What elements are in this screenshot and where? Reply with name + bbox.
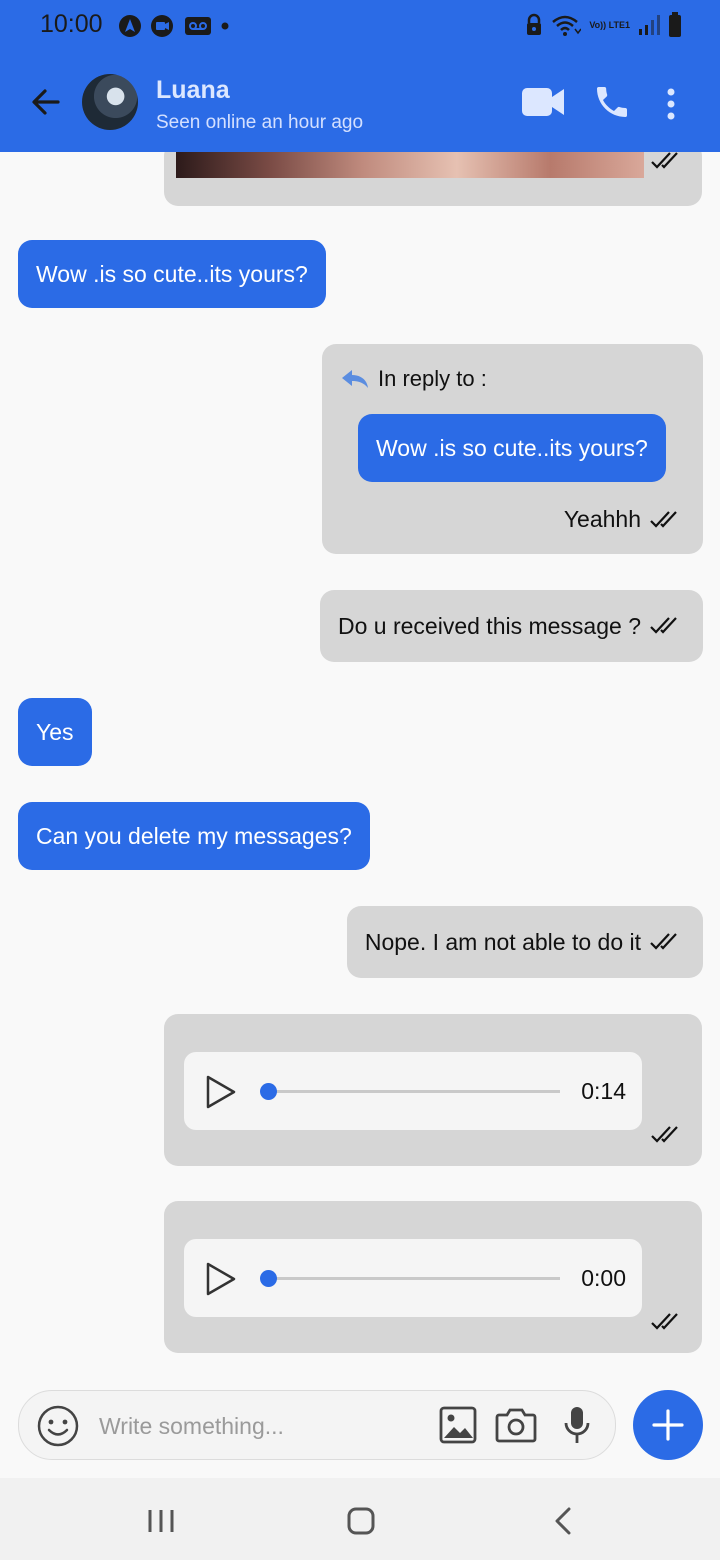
navigation-icon — [119, 15, 141, 37]
wifi-icon — [552, 15, 582, 36]
incoming-message[interactable]: Can you delete my messages? — [18, 802, 370, 870]
audio-duration: 0:00 — [581, 1265, 626, 1291]
lock-icon — [527, 13, 542, 35]
back-arrow-icon[interactable] — [28, 84, 64, 120]
audio-progress-track[interactable] — [276, 1277, 560, 1280]
video-call-icon[interactable] — [520, 84, 566, 120]
double-check-icon — [651, 152, 678, 169]
status-right-icons: Vo)) LTE1 — [525, 12, 682, 38]
message-composer — [18, 1390, 616, 1460]
audio-player[interactable]: 0:14 — [184, 1052, 642, 1130]
app-header: 10:00 Vo)) LTE1 Luana Seen online an hou… — [0, 0, 720, 152]
chat-area[interactable]: Wow .is so cute..its yours? In reply to … — [0, 152, 720, 1374]
double-check-icon — [651, 1126, 678, 1143]
add-button[interactable] — [633, 1390, 703, 1460]
double-check-icon — [650, 617, 677, 634]
message-text: Nope. I am not able to do it — [364, 928, 641, 955]
battery-icon — [669, 12, 681, 37]
system-nav-bar — [0, 1478, 720, 1560]
audio-duration: 0:14 — [581, 1078, 626, 1104]
quoted-message[interactable]: Wow .is so cute..its yours? — [358, 414, 666, 482]
reply-message[interactable]: In reply to : Wow .is so cute..its yours… — [322, 344, 703, 554]
message-text: Do u received this message ? — [338, 612, 641, 639]
recent-apps-icon[interactable] — [146, 1508, 176, 1534]
audio-seek-handle[interactable] — [260, 1270, 277, 1287]
volte-lte-icon: Vo)) LTE1 — [589, 20, 630, 30]
audio-message[interactable]: 0:00 — [164, 1201, 702, 1353]
home-icon[interactable] — [346, 1506, 376, 1536]
contact-name[interactable]: Luana — [156, 76, 230, 105]
audio-message[interactable]: 0:14 — [164, 1014, 702, 1166]
camera-icon[interactable] — [495, 1406, 537, 1444]
message-text: Yeahhh — [563, 506, 641, 532]
voicemail-icon — [185, 17, 211, 35]
audio-seek-handle[interactable] — [260, 1083, 277, 1100]
audio-player[interactable]: 0:00 — [184, 1239, 642, 1317]
signal-icon — [639, 15, 660, 35]
contact-status: Seen online an hour ago — [156, 112, 364, 133]
double-check-icon — [650, 510, 677, 528]
mic-icon[interactable] — [563, 1405, 591, 1445]
outgoing-message[interactable]: Nope. I am not able to do it — [346, 906, 703, 978]
play-icon[interactable] — [204, 1074, 238, 1110]
image-thumbnail[interactable] — [176, 152, 644, 178]
double-check-icon — [651, 1313, 678, 1330]
reply-text-row: Yeahhh — [564, 506, 681, 533]
message-input[interactable] — [97, 1401, 421, 1451]
more-vertical-icon[interactable] — [664, 88, 678, 120]
audio-progress-track[interactable] — [276, 1090, 560, 1093]
gallery-icon[interactable] — [439, 1406, 477, 1444]
back-icon[interactable] — [552, 1506, 574, 1536]
reply-header: In reply to : — [340, 366, 487, 392]
double-check-icon — [650, 933, 677, 950]
image-message[interactable] — [164, 152, 702, 206]
reply-icon — [342, 370, 368, 388]
reply-label: In reply to : — [378, 366, 487, 391]
video-call-icon — [151, 15, 173, 37]
status-time: 10:00 — [40, 10, 103, 38]
plus-icon — [652, 1409, 684, 1441]
emoji-icon[interactable] — [37, 1405, 79, 1447]
incoming-message[interactable]: Yes — [18, 698, 92, 766]
outgoing-message[interactable]: Do u received this message ? — [320, 590, 703, 662]
notification-dot-icon — [221, 22, 229, 30]
avatar[interactable] — [82, 74, 138, 130]
status-left-icons — [118, 14, 230, 38]
phone-icon[interactable] — [592, 82, 632, 122]
play-icon[interactable] — [204, 1261, 238, 1297]
incoming-message[interactable]: Wow .is so cute..its yours? — [18, 240, 326, 308]
